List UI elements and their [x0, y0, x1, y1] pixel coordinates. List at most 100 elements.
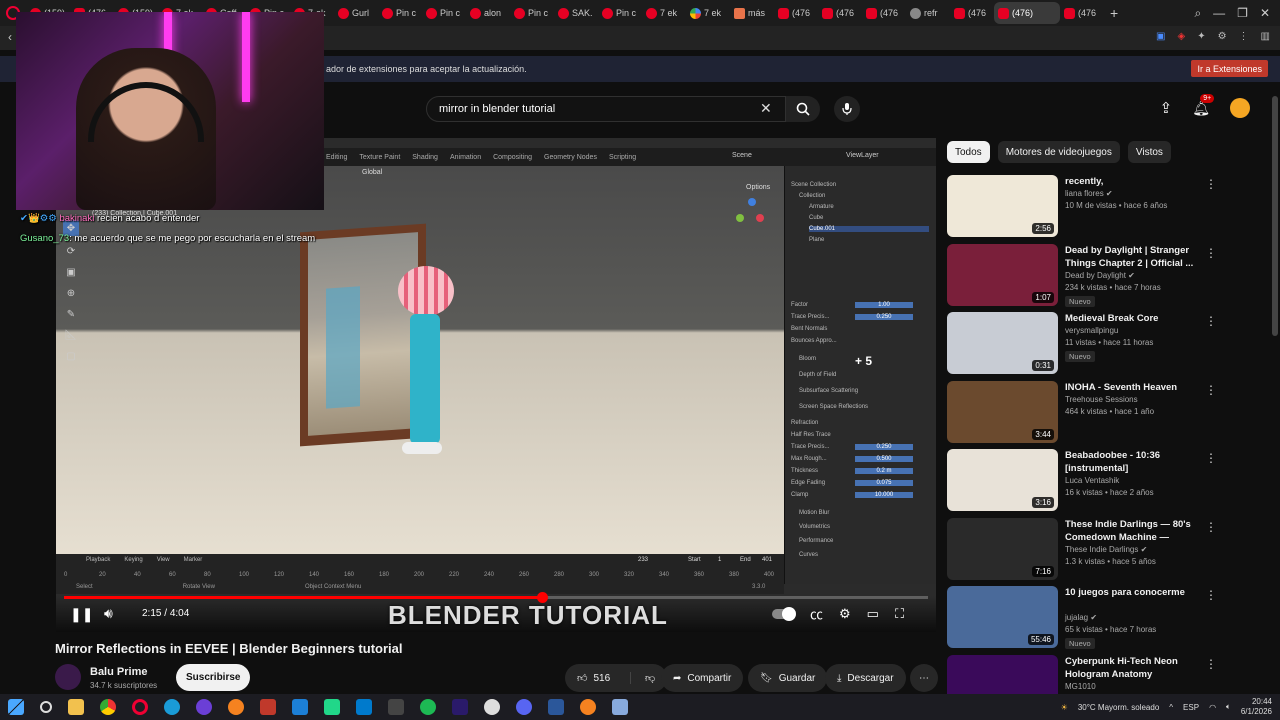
- autoplay-toggle[interactable]: [772, 606, 796, 621]
- browser-tab[interactable]: refr: [906, 2, 950, 24]
- word-icon[interactable]: [548, 699, 564, 715]
- account-avatar[interactable]: [1230, 98, 1250, 118]
- channel-name[interactable]: Balu Prime: [90, 666, 147, 678]
- tray-volume-icon[interactable]: 🔈︎: [1226, 702, 1231, 712]
- browser-tab[interactable]: alon: [466, 2, 510, 24]
- recommendation-channel[interactable]: jujalag ✔: [1065, 613, 1097, 622]
- recommendation-channel[interactable]: These Indie Darlings ✔: [1065, 545, 1147, 554]
- page-scrollbar[interactable]: [1272, 96, 1278, 336]
- search-tabs-icon[interactable]: ⌕: [1194, 6, 1201, 21]
- channel-avatar[interactable]: [55, 664, 81, 690]
- measure-tool-icon[interactable]: 📐︎: [65, 330, 78, 341]
- browser-tab[interactable]: Pin c: [378, 2, 422, 24]
- video-thumbnail[interactable]: 2:56: [947, 175, 1058, 237]
- recommendation-channel[interactable]: MG1010: [1065, 682, 1096, 691]
- filter-chip[interactable]: Vistos: [1127, 141, 1171, 163]
- upload-icon[interactable]: ⇪: [1160, 99, 1173, 117]
- language-indicator[interactable]: ESP: [1183, 703, 1199, 712]
- browser-tab[interactable]: Gurl: [334, 2, 378, 24]
- extensions-icon[interactable]: ✦: [1197, 31, 1205, 42]
- spotify-icon[interactable]: [420, 699, 436, 715]
- clipchamp-icon[interactable]: [612, 699, 628, 715]
- browser-tab[interactable]: (476: [862, 2, 906, 24]
- go-to-extensions-button[interactable]: Ir a Extensiones: [1191, 60, 1268, 77]
- video-thumbnail[interactable]: 1:07: [947, 243, 1058, 306]
- recommendation-item[interactable]: 1:07 Dead by Daylight | Stranger Things C…: [947, 243, 1227, 307]
- video-thumbnail[interactable]: 3:44: [947, 380, 1058, 443]
- opera-icon[interactable]: [132, 699, 148, 715]
- more-options-icon[interactable]: ⋮: [1205, 314, 1217, 328]
- settings-gear-icon[interactable]: ⚙: [839, 606, 851, 622]
- recommendation-title[interactable]: recently,: [1065, 175, 1205, 188]
- filter-chip[interactable]: Todos: [947, 141, 990, 163]
- recommendation-channel[interactable]: Dead by Daylight ✔: [1065, 271, 1135, 280]
- maximize-icon[interactable]: ❐: [1237, 6, 1248, 20]
- save-button[interactable]: 🔖︎ Guardar: [748, 664, 828, 692]
- video-editor-icon[interactable]: [260, 699, 276, 715]
- download-button[interactable]: ⤓ Descargar: [825, 664, 906, 692]
- pycharm-icon[interactable]: [324, 699, 340, 715]
- fullscreen-icon[interactable]: ⛶: [895, 606, 904, 622]
- more-options-icon[interactable]: ⋮: [1205, 383, 1217, 397]
- scale-tool-icon[interactable]: ▣: [66, 267, 75, 278]
- browser-tab[interactable]: (476): [994, 2, 1060, 24]
- minimize-icon[interactable]: —: [1213, 6, 1225, 20]
- browser-tab[interactable]: (476: [950, 2, 994, 24]
- browser-tab[interactable]: SAK.: [554, 2, 598, 24]
- subtitles-icon[interactable]: ㏄: [810, 604, 823, 623]
- recommendation-item[interactable]: 7:16 These Indie Darlings — 80's Comedown…: [947, 517, 1227, 580]
- voice-search-button[interactable]: [834, 96, 860, 122]
- menu-icon[interactable]: ⋮: [1239, 31, 1249, 42]
- recommendation-title[interactable]: INOHA - Seventh Heaven: [1065, 381, 1205, 394]
- photos-icon[interactable]: [292, 699, 308, 715]
- clock[interactable]: 20:44 6/1/2026: [1241, 697, 1272, 717]
- share-button[interactable]: ➦ Compartir: [661, 664, 744, 692]
- recommendation-title[interactable]: Medieval Break Core: [1065, 312, 1205, 325]
- browser-tab[interactable]: Pin c: [598, 2, 642, 24]
- close-window-icon[interactable]: ✕: [1260, 6, 1270, 20]
- translate-icon[interactable]: ▣: [1156, 31, 1165, 42]
- recommendation-title[interactable]: Cyberpunk Hi-Tech Neon Hologram Anatomy …: [1065, 655, 1205, 681]
- more-options-icon[interactable]: ⋮: [1205, 177, 1217, 191]
- browser-tab[interactable]: 7 ek: [686, 2, 730, 24]
- annotate-tool-icon[interactable]: ✎: [67, 309, 75, 320]
- more-options-icon[interactable]: ⋮: [1205, 520, 1217, 534]
- back-icon[interactable]: ‹: [8, 30, 12, 44]
- more-options-icon[interactable]: ⋮: [1205, 588, 1217, 602]
- pause-button[interactable]: ❚❚: [70, 606, 93, 623]
- clear-search-icon[interactable]: ✕: [760, 100, 772, 117]
- rotate-tool-icon[interactable]: ⟳: [67, 246, 75, 257]
- edge-icon[interactable]: [164, 699, 180, 715]
- new-tab-button[interactable]: +: [1110, 5, 1118, 21]
- obs-icon[interactable]: [196, 699, 212, 715]
- recommendation-item[interactable]: 3:16 Beabadoobee - 10:36 [instrumental] Lu…: [947, 449, 1227, 511]
- weather-text[interactable]: 30°C Mayorm. soleado: [1078, 703, 1159, 712]
- recommendation-item[interactable]: 3:44 INOHA - Seventh Heaven Treehouse Sess…: [947, 380, 1227, 443]
- tracking-icon[interactable]: ◈: [1177, 31, 1185, 42]
- add-cube-tool-icon[interactable]: ▢: [66, 351, 75, 362]
- more-options-icon[interactable]: ⋮: [1205, 451, 1217, 465]
- wifi-icon[interactable]: ◠: [1209, 703, 1216, 712]
- video-thumbnail[interactable]: 0:31: [947, 312, 1058, 374]
- search-taskbar-icon[interactable]: [40, 701, 52, 713]
- recommendation-channel[interactable]: Luca Ventashik: [1065, 476, 1119, 485]
- blender-icon[interactable]: [228, 699, 244, 715]
- more-actions-button[interactable]: ⋯: [910, 664, 938, 692]
- file-explorer-icon[interactable]: [68, 699, 84, 715]
- browser-tab[interactable]: (476: [818, 2, 862, 24]
- recommendation-channel[interactable]: liana flores ✔: [1065, 189, 1113, 198]
- blender-taskbar-icon[interactable]: [580, 699, 596, 715]
- recommendation-channel[interactable]: verysmallpingu: [1065, 326, 1118, 335]
- chrome-icon[interactable]: [100, 699, 116, 715]
- browser-tab[interactable]: (476: [774, 2, 818, 24]
- recommendation-item[interactable]: 2:56 recently, liana flores ✔ 10 M de vista…: [947, 175, 1227, 237]
- recommendation-title[interactable]: These Indie Darlings — 80's Comedown Mac…: [1065, 518, 1205, 544]
- browser-tab[interactable]: 7 ek: [642, 2, 686, 24]
- after-effects-icon[interactable]: [452, 699, 468, 715]
- recommendation-title[interactable]: Dead by Daylight | Stranger Things Chapt…: [1065, 244, 1205, 270]
- browser-tab[interactable]: (476: [1060, 2, 1104, 24]
- filter-chip[interactable]: Motores de videojuegos: [997, 141, 1120, 163]
- recommendation-title[interactable]: Beabadoobee - 10:36 [instrumental]: [1065, 449, 1205, 475]
- transform-tool-icon[interactable]: ⊕: [67, 288, 75, 299]
- recommendation-item[interactable]: 0:31 Medieval Break Core verysmallpingu 11 …: [947, 312, 1227, 374]
